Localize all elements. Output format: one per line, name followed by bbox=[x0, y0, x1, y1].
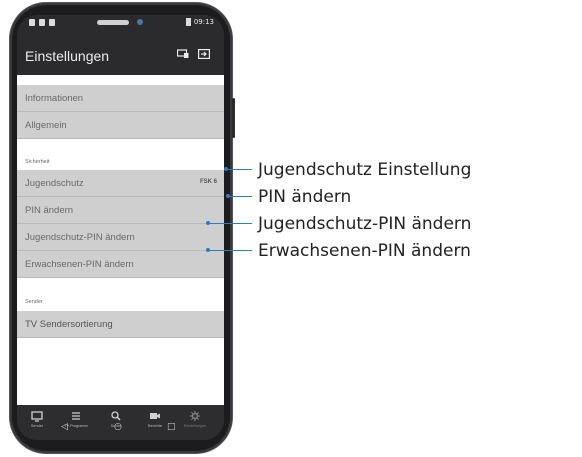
status-icons-left bbox=[29, 19, 55, 26]
section-header-sender: Sender bbox=[25, 299, 43, 305]
callout-line bbox=[228, 196, 252, 197]
fsk-value: FSK 6 bbox=[199, 179, 217, 185]
recents-icon[interactable]: □ bbox=[167, 422, 176, 432]
callout-label-jugendschutz-pin-aendern: Jugendschutz-PIN ändern bbox=[258, 214, 472, 234]
cast-icon[interactable] bbox=[177, 49, 189, 59]
status-icons-right: 09:13 bbox=[185, 18, 214, 26]
side-button bbox=[232, 98, 235, 138]
app-bar: Einstellungen bbox=[17, 37, 224, 75]
list-item-label: Jugendschutz bbox=[25, 178, 84, 189]
exit-icon[interactable] bbox=[198, 49, 210, 59]
callout-line bbox=[208, 250, 252, 251]
list-item-allgemein[interactable]: Allgemein bbox=[17, 112, 224, 139]
status-time: 09:13 bbox=[193, 18, 214, 26]
back-icon[interactable]: ◁ bbox=[61, 422, 68, 432]
list-item-label: PIN ändern bbox=[25, 205, 74, 216]
list-item-tv-sendersortierung[interactable]: TV Sendersortierung bbox=[17, 311, 224, 338]
list-item-erwachsenen-pin-aendern[interactable]: Erwachsenen-PIN ändern bbox=[17, 251, 224, 278]
list-item-jugendschutz[interactable]: Jugendschutz FSK 6 bbox=[17, 170, 224, 197]
gear-icon bbox=[190, 411, 200, 421]
page-title: Einstellungen bbox=[25, 48, 110, 64]
system-navigation-bar: ◁ ○ □ bbox=[17, 422, 224, 440]
list-item-label: Allgemein bbox=[25, 120, 67, 131]
callout-line bbox=[208, 223, 252, 224]
callout-label-jugendschutz-einstellung: Jugendschutz Einstellung bbox=[258, 160, 472, 180]
list-item-jugendschutz-pin-aendern[interactable]: Jugendschutz-PIN ändern bbox=[17, 224, 224, 251]
status-bar: 09:13 bbox=[17, 15, 224, 37]
list-item-label: Informationen bbox=[25, 93, 84, 104]
camera-icon bbox=[150, 413, 160, 419]
phone-screen: 09:13 Einstellungen Informationen Allgem… bbox=[17, 15, 224, 440]
list-item-informationen[interactable]: Informationen bbox=[17, 85, 224, 112]
battery-icon bbox=[185, 18, 191, 26]
list-icon bbox=[72, 412, 80, 420]
home-icon[interactable]: ○ bbox=[114, 422, 122, 432]
speaker-notch bbox=[97, 20, 129, 25]
list-item-label: Jugendschutz-PIN ändern bbox=[25, 232, 135, 243]
tv-icon bbox=[31, 411, 43, 422]
front-camera bbox=[137, 19, 143, 25]
list-item-label: Erwachsenen-PIN ändern bbox=[25, 259, 134, 270]
settings-list: Informationen Allgemein Sicherheit Jugen… bbox=[17, 75, 224, 405]
list-item-pin-aendern[interactable]: PIN ändern bbox=[17, 197, 224, 224]
callout-label-pin-aendern: PIN ändern bbox=[258, 187, 352, 207]
callout-line bbox=[226, 169, 252, 170]
search-icon bbox=[111, 411, 121, 421]
list-item-label: TV Sendersortierung bbox=[25, 319, 113, 330]
section-header-sicherheit: Sicherheit bbox=[25, 159, 50, 165]
callout-label-erwachsenen-pin-aendern: Erwachsenen-PIN ändern bbox=[258, 241, 471, 261]
